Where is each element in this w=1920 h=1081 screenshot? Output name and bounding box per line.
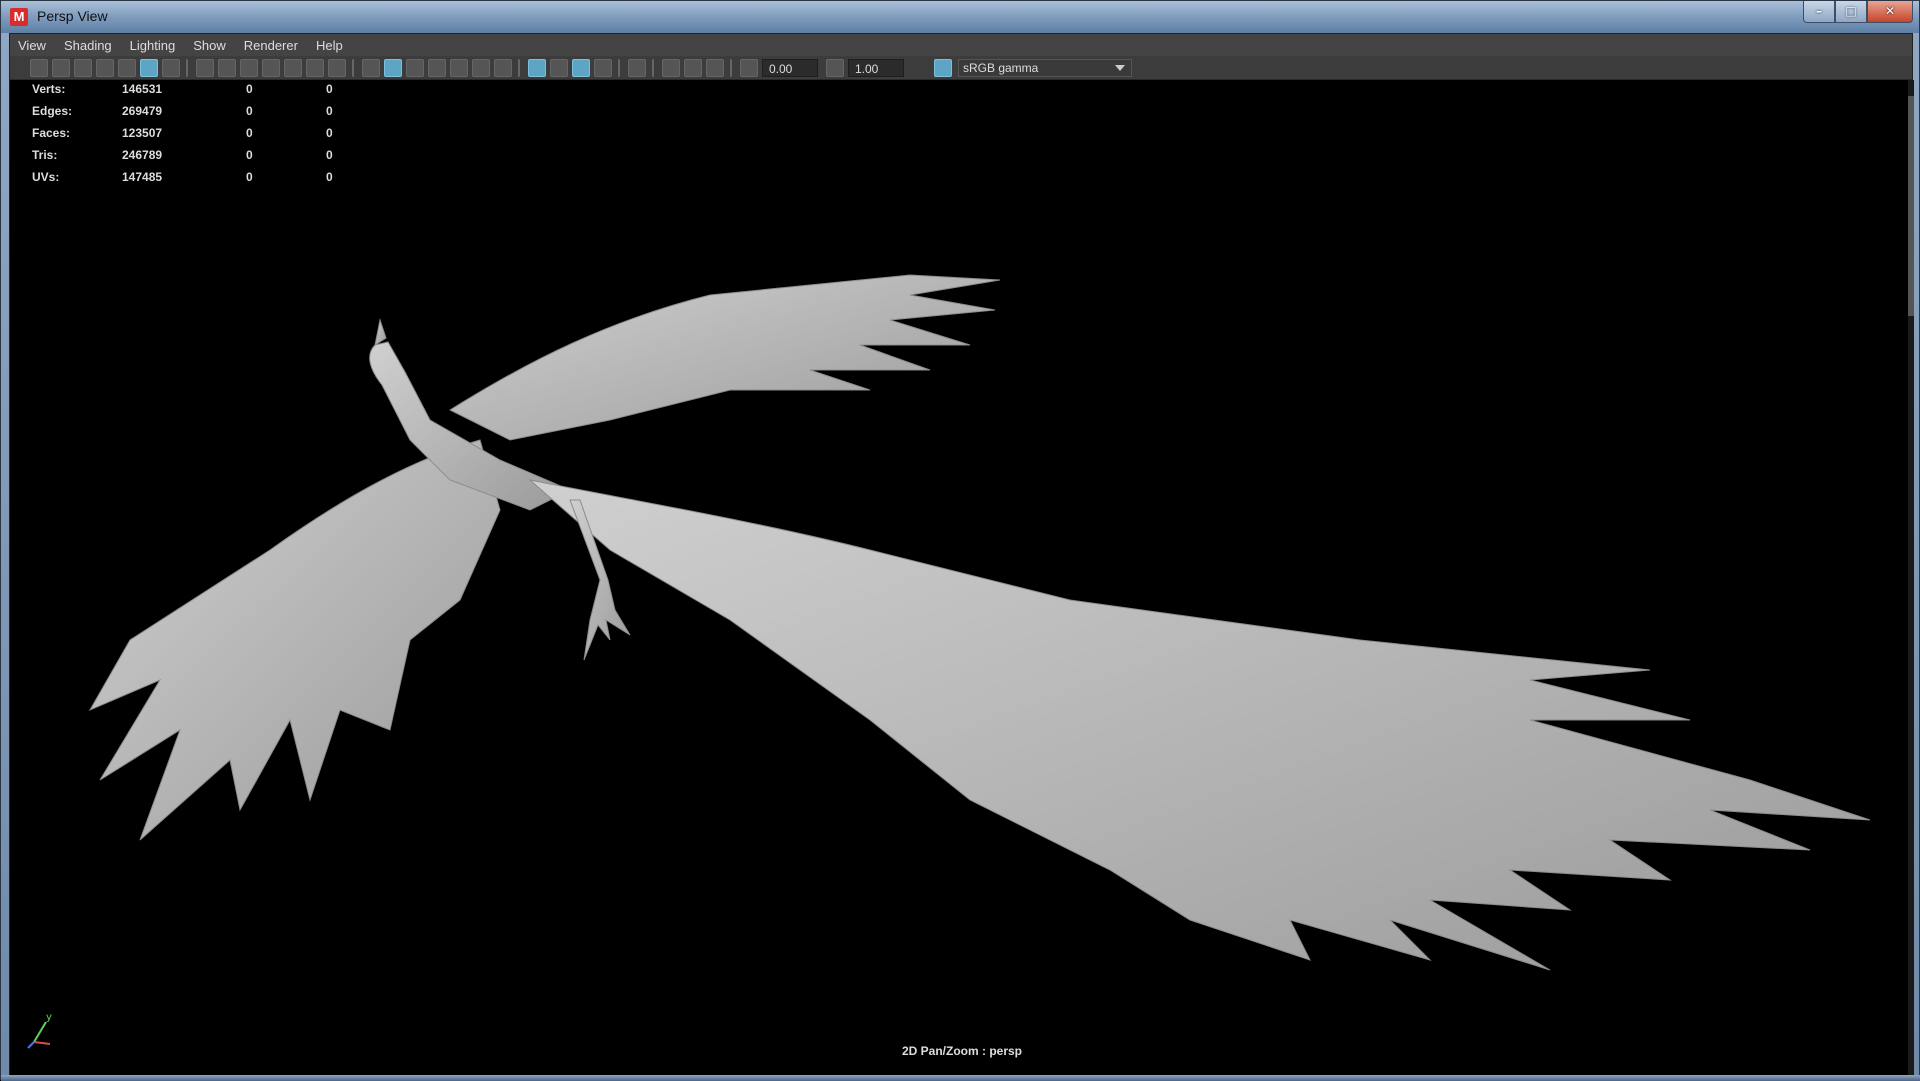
isolate-select-icon[interactable] bbox=[628, 59, 646, 77]
maximize-button[interactable]: □ bbox=[1835, 1, 1867, 23]
menu-view[interactable]: View bbox=[18, 38, 46, 53]
hud-value: 0 bbox=[246, 170, 253, 184]
motion-blur-icon[interactable] bbox=[550, 59, 568, 77]
hud-label: Verts: bbox=[32, 82, 66, 96]
smooth-shade-icon[interactable] bbox=[384, 59, 402, 77]
wireframe-icon[interactable] bbox=[362, 59, 380, 77]
hud-value: 0 bbox=[246, 104, 253, 118]
axis-label-y: y bbox=[46, 1012, 52, 1023]
camera-select-icon[interactable] bbox=[30, 59, 48, 77]
title-bar[interactable]: M Persp View – □ ✕ bbox=[1, 1, 1919, 33]
hud-value: 0 bbox=[326, 126, 333, 140]
hud-value: 147485 bbox=[122, 170, 163, 184]
xray-joints-icon[interactable] bbox=[662, 59, 680, 77]
lights-icon[interactable] bbox=[472, 59, 490, 77]
image-plane-icon[interactable] bbox=[96, 59, 114, 77]
camera-attributes-icon[interactable] bbox=[52, 59, 70, 77]
panel-menubar: View Shading Lighting Show Renderer Help bbox=[10, 34, 1912, 56]
exposure-icon[interactable] bbox=[740, 59, 758, 77]
menu-help[interactable]: Help bbox=[316, 38, 343, 53]
hud-label: Tris: bbox=[32, 148, 58, 162]
hud-value: 0 bbox=[326, 170, 333, 184]
pencil-icon[interactable] bbox=[162, 59, 180, 77]
gate-mask-icon[interactable] bbox=[262, 59, 280, 77]
hud-value: 269479 bbox=[122, 104, 163, 118]
toolbar-separator bbox=[352, 59, 354, 77]
hud-value: 0 bbox=[246, 148, 253, 162]
shadows-icon[interactable] bbox=[494, 59, 512, 77]
window-bottom-border bbox=[1, 1075, 1920, 1081]
panel-toolbar: 0.00 1.00 sRGB gamma bbox=[10, 56, 1912, 80]
grid-icon[interactable] bbox=[196, 59, 214, 77]
close-button[interactable]: ✕ bbox=[1867, 1, 1913, 23]
safe-action-icon[interactable] bbox=[306, 59, 324, 77]
gamma-field[interactable]: 1.00 bbox=[848, 59, 904, 77]
color-management-icon[interactable] bbox=[934, 59, 952, 77]
toolbar-separator bbox=[730, 59, 732, 77]
3d-viewport[interactable]: Verts: 146531 0 0 Edges: 269479 0 0 Face… bbox=[10, 80, 1914, 1076]
menu-lighting[interactable]: Lighting bbox=[130, 38, 176, 53]
maya-app-icon: M bbox=[10, 8, 28, 26]
scrollbar-thumb[interactable] bbox=[1908, 96, 1914, 316]
hud-label: Faces: bbox=[32, 126, 71, 140]
menu-shading[interactable]: Shading bbox=[64, 38, 112, 53]
minimize-button[interactable]: – bbox=[1803, 1, 1835, 23]
hud-value: 246789 bbox=[122, 148, 163, 162]
hud-value: 123507 bbox=[122, 126, 163, 140]
viewport-status-text: 2D Pan/Zoom : persp bbox=[901, 1044, 1023, 1058]
toolbar-separator bbox=[652, 59, 654, 77]
safe-title-icon[interactable] bbox=[328, 59, 346, 77]
screen-space-ao-icon[interactable] bbox=[528, 59, 546, 77]
hud-value: 0 bbox=[326, 148, 333, 162]
exposure-field[interactable]: 0.00 bbox=[762, 59, 818, 77]
hud-value: 0 bbox=[246, 82, 253, 96]
hud-value: 146531 bbox=[122, 82, 163, 96]
toolbar-separator bbox=[618, 59, 620, 77]
chevron-down-icon bbox=[1115, 65, 1125, 71]
xray-active-icon[interactable] bbox=[684, 59, 702, 77]
menu-renderer[interactable]: Renderer bbox=[244, 38, 298, 53]
hud-value: 0 bbox=[326, 82, 333, 96]
viewport-scrollbar[interactable] bbox=[1908, 80, 1914, 1076]
film-gate-icon[interactable] bbox=[218, 59, 236, 77]
model-panel: View Shading Lighting Show Renderer Help bbox=[9, 33, 1914, 1076]
grease-pencil-icon[interactable] bbox=[118, 59, 136, 77]
2d-pan-zoom-icon[interactable] bbox=[140, 59, 158, 77]
view-transform-value: sRGB gamma bbox=[963, 61, 1039, 75]
toolbar-separator bbox=[186, 59, 188, 77]
resolution-gate-icon[interactable] bbox=[240, 59, 258, 77]
gamma-icon[interactable] bbox=[826, 59, 844, 77]
maya-window: M Persp View – □ ✕ View Shading Lighting… bbox=[0, 0, 1920, 1081]
phoenix-model bbox=[88, 274, 1871, 971]
hud-label: UVs: bbox=[32, 170, 60, 184]
view-transform-dropdown[interactable]: sRGB gamma bbox=[958, 59, 1132, 77]
bookmarks-icon[interactable] bbox=[74, 59, 92, 77]
menu-show[interactable]: Show bbox=[193, 38, 226, 53]
backface-culling-icon[interactable] bbox=[706, 59, 724, 77]
window-title: Persp View bbox=[37, 8, 108, 24]
anti-aliasing-icon[interactable] bbox=[572, 59, 590, 77]
hud-value: 0 bbox=[246, 126, 253, 140]
xray-icon[interactable] bbox=[428, 59, 446, 77]
depth-of-field-icon[interactable] bbox=[594, 59, 612, 77]
toolbar-separator bbox=[518, 59, 520, 77]
wireframe-on-shaded-icon[interactable] bbox=[406, 59, 424, 77]
hud-value: 0 bbox=[326, 104, 333, 118]
textured-icon[interactable] bbox=[450, 59, 468, 77]
field-chart-icon[interactable] bbox=[284, 59, 302, 77]
hud-label: Edges: bbox=[32, 104, 73, 118]
